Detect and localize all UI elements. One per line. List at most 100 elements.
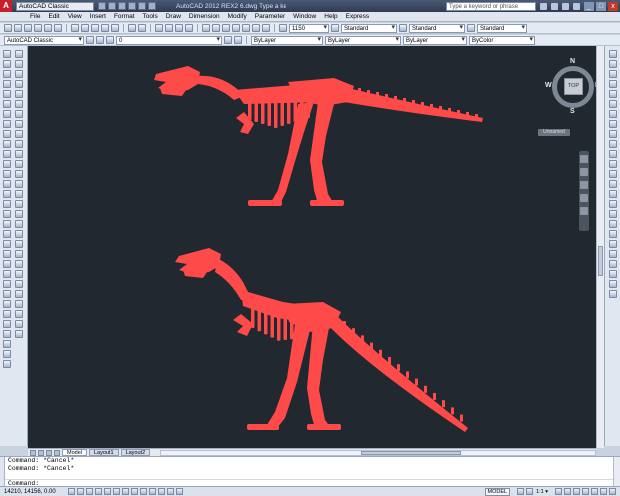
annotation-visibility-icon[interactable]: [555, 488, 562, 495]
mirror-icon[interactable]: [15, 70, 23, 78]
match-properties-icon[interactable]: [101, 24, 109, 32]
region-mass-icon[interactable]: [609, 170, 617, 178]
menu-view[interactable]: View: [64, 13, 86, 20]
layer-previous-icon[interactable]: [234, 36, 242, 44]
command-window-grip[interactable]: [0, 457, 5, 487]
wedge-icon[interactable]: [15, 260, 23, 268]
polygon-icon[interactable]: [3, 80, 11, 88]
offset-icon[interactable]: [15, 80, 23, 88]
redo-icon[interactable]: [138, 24, 146, 32]
annotation-scale-icon[interactable]: [279, 24, 287, 32]
cone-icon[interactable]: [15, 250, 23, 258]
menu-insert[interactable]: Insert: [86, 13, 110, 20]
scale-icon[interactable]: [3, 320, 11, 328]
table-style-icon[interactable]: [467, 24, 475, 32]
paste-icon[interactable]: [91, 24, 99, 32]
fillet-icon[interactable]: [15, 200, 23, 208]
annotation-scale-combo[interactable]: 1150: [289, 23, 329, 33]
walk-icon[interactable]: [609, 100, 617, 108]
revision-cloud-icon[interactable]: [3, 120, 11, 128]
open-icon[interactable]: [108, 2, 116, 10]
revolve-icon[interactable]: [15, 290, 23, 298]
arc-icon[interactable]: [3, 100, 11, 108]
rectangle-icon[interactable]: [3, 90, 11, 98]
3d-orbit-icon[interactable]: [609, 70, 617, 78]
3d-object-snap-icon[interactable]: [113, 488, 120, 495]
tab-layout2[interactable]: Layout2: [120, 449, 151, 456]
scroll-thumb[interactable]: [598, 246, 603, 276]
lineweight-combo[interactable]: ByLayer: [403, 35, 467, 45]
auto-scale-icon[interactable]: [564, 488, 571, 495]
zoom-icon[interactable]: [580, 181, 588, 189]
search-icon[interactable]: [540, 2, 547, 10]
erase-icon[interactable]: [3, 250, 11, 258]
camera-icon[interactable]: [609, 90, 617, 98]
hardware-acceleration-icon[interactable]: [591, 488, 598, 495]
coordinate-display[interactable]: 14210, 14156, 0.00: [0, 489, 64, 495]
circle-icon[interactable]: [3, 110, 11, 118]
erase-icon[interactable]: [15, 50, 23, 58]
dimension-update-icon[interactable]: [609, 290, 617, 298]
menu-express[interactable]: Express: [342, 13, 373, 20]
plotstyle-combo[interactable]: ByColor: [469, 35, 535, 45]
object-snap-tracking-icon[interactable]: [122, 488, 129, 495]
center-mark-icon[interactable]: [609, 270, 617, 278]
open-icon[interactable]: [14, 24, 22, 32]
application-menu-button[interactable]: A: [0, 0, 12, 12]
workspace-switching-icon[interactable]: [573, 488, 580, 495]
maximize-button[interactable]: □: [596, 1, 606, 11]
favorites-icon[interactable]: [562, 2, 569, 10]
ucs-menu[interactable]: Unnamed: [538, 129, 570, 136]
menu-format[interactable]: Format: [110, 13, 139, 20]
polyline-icon[interactable]: [3, 70, 11, 78]
grid-display-icon[interactable]: [77, 488, 84, 495]
extend-icon[interactable]: [3, 350, 11, 358]
move-icon[interactable]: [15, 100, 23, 108]
snap-mode-icon[interactable]: [68, 488, 75, 495]
help-icon[interactable]: [573, 2, 580, 10]
join-icon[interactable]: [15, 180, 23, 188]
lock-icon[interactable]: [582, 488, 589, 495]
union-icon[interactable]: [15, 300, 23, 308]
linetype-combo[interactable]: ByLayer: [325, 35, 401, 45]
compass-west[interactable]: W: [545, 82, 552, 89]
clean-screen-icon[interactable]: [609, 488, 616, 495]
text-style-combo[interactable]: Standard: [341, 23, 397, 33]
ellipse-icon[interactable]: [3, 140, 11, 148]
redo-icon[interactable]: [138, 2, 146, 10]
cylinder-icon[interactable]: [15, 240, 23, 248]
table-style-combo[interactable]: Standard: [477, 23, 527, 33]
material-icon[interactable]: [609, 130, 617, 138]
region-icon[interactable]: [3, 210, 11, 218]
close-button[interactable]: x: [608, 1, 618, 11]
menu-draw[interactable]: Draw: [162, 13, 185, 20]
viewcube-top-face[interactable]: TOP: [564, 78, 583, 95]
text-style-icon[interactable]: [331, 24, 339, 32]
area-icon[interactable]: [609, 160, 617, 168]
locate-point-icon[interactable]: [609, 190, 617, 198]
menu-window[interactable]: Window: [289, 13, 320, 20]
visual-style-icon[interactable]: [609, 80, 617, 88]
chamfer-icon[interactable]: [15, 190, 23, 198]
markup-icon[interactable]: [242, 24, 250, 32]
trim-icon[interactable]: [15, 140, 23, 148]
sphere-icon[interactable]: [15, 230, 23, 238]
quickcalc-icon[interactable]: [252, 24, 260, 32]
color-combo[interactable]: ByLayer: [251, 35, 323, 45]
break-at-point-icon[interactable]: [15, 160, 23, 168]
hatch-icon[interactable]: [3, 190, 11, 198]
dimension-angular-icon[interactable]: [609, 230, 617, 238]
dimension-aligned-icon[interactable]: [609, 210, 617, 218]
dimension-baseline-icon[interactable]: [609, 240, 617, 248]
move-icon[interactable]: [3, 300, 11, 308]
copy-icon[interactable]: [15, 60, 23, 68]
trex-skeleton-bottom[interactable]: [173, 242, 473, 438]
menu-edit[interactable]: Edit: [44, 13, 63, 20]
line-icon[interactable]: [3, 50, 11, 58]
cut-icon[interactable]: [71, 24, 79, 32]
table-icon[interactable]: [3, 220, 11, 228]
previous-tab-icon[interactable]: [38, 449, 44, 456]
compass-north[interactable]: N: [570, 58, 575, 65]
orbit-icon[interactable]: [580, 194, 588, 202]
render-icon[interactable]: [15, 330, 23, 338]
